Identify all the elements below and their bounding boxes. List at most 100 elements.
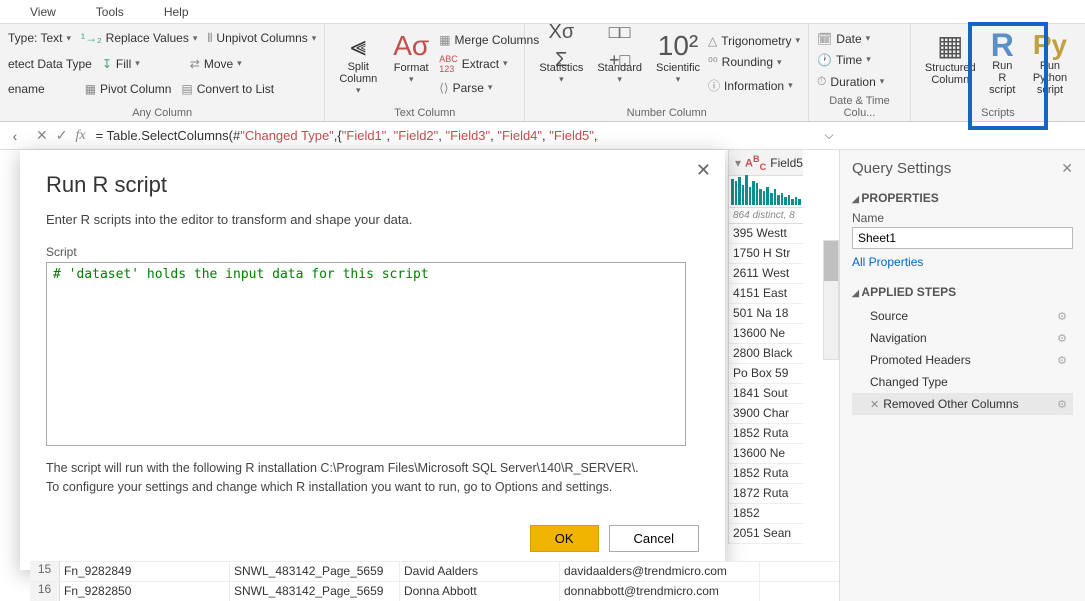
ok-button[interactable]: OK	[530, 525, 599, 552]
applied-step[interactable]: Promoted Headers⚙	[852, 349, 1073, 371]
table-row[interactable]: 16Fn_9282850SNWL_483142_Page_5659Donna A…	[30, 581, 839, 601]
table-cell[interactable]: 1852 Ruta	[729, 424, 803, 444]
python-icon: Py	[1033, 30, 1067, 60]
run-r-script-button[interactable]: RRun R script	[982, 28, 1023, 98]
table-cell[interactable]: 2051 Sean	[729, 524, 803, 544]
script-label: Script	[46, 245, 699, 259]
table-cell[interactable]: 1750 H Str	[729, 244, 803, 264]
run-r-script-dialog: ✕ Run R script Enter R scripts into the …	[20, 150, 725, 570]
statistics-button[interactable]: ΧσΣStatistics▾	[533, 28, 589, 98]
table-cell[interactable]: 1852	[729, 504, 803, 524]
pivot-column-button[interactable]: ▦ Pivot Column	[85, 82, 172, 96]
convert-to-list-button[interactable]: ▤ Convert to List	[181, 82, 274, 96]
column-field5: ▾ ABC Field5 864 distinct, 8 395 Westt17…	[728, 150, 803, 544]
rounding-button[interactable]: ⁰⁰ Rounding ▾	[708, 55, 800, 69]
applied-steps-list: Source⚙Navigation⚙Promoted Headers⚙Chang…	[852, 305, 1073, 415]
formula-commit-icon[interactable]: ✓	[56, 127, 68, 144]
gear-icon[interactable]: ⚙	[1057, 332, 1067, 345]
run-python-script-button[interactable]: PyRun Python script	[1023, 28, 1077, 98]
detect-data-type-button[interactable]: etect Data Type	[8, 57, 92, 71]
distinct-count: 864 distinct, 8	[729, 208, 803, 224]
install-note-1: The script will run with the following R…	[46, 459, 699, 478]
query-settings-pane: Query Settings ✕ PROPERTIES Name All Pro…	[839, 150, 1085, 601]
unpivot-columns-button[interactable]: ⫴ Unpivot Columns ▾	[207, 31, 316, 46]
table-cell[interactable]: 13600 Ne	[729, 324, 803, 344]
statistics-icon: ΧσΣ	[548, 30, 574, 62]
parse-button[interactable]: ⟨⟩ Parse ▾	[439, 81, 539, 95]
all-properties-link[interactable]: All Properties	[852, 255, 1073, 269]
merge-columns-button[interactable]: ▦ Merge Columns	[439, 33, 539, 47]
gear-icon[interactable]: ⚙	[1057, 398, 1067, 411]
table-cell[interactable]: 1872 Ruta	[729, 484, 803, 504]
table-cell[interactable]: 1841 Sout	[729, 384, 803, 404]
formula-expand-button[interactable]: ⌵	[819, 128, 839, 143]
fx-icon: fx	[75, 128, 85, 144]
table-bottom-rows: 15Fn_9282849SNWL_483142_Page_5659David A…	[30, 561, 839, 601]
clock-icon: 🕐	[817, 53, 832, 67]
table-row[interactable]: 15Fn_9282849SNWL_483142_Page_5659David A…	[30, 561, 839, 581]
menu-tools[interactable]: Tools	[96, 5, 124, 19]
ribbon-group-any-column: Type: Text ▾ ¹→₂ Replace Values ▾ ⫴ Unpi…	[0, 24, 325, 121]
move-button[interactable]: ⇄ Move ▾	[190, 57, 242, 71]
applied-step[interactable]: Navigation⚙	[852, 327, 1073, 349]
rename-button[interactable]: ename	[8, 82, 45, 96]
number-column-label: Number Column	[533, 107, 800, 119]
information-button[interactable]: ⓘ Information ▾	[708, 77, 800, 94]
format-icon: Aσ	[393, 30, 429, 62]
text-column-label: Text Column	[333, 107, 516, 119]
properties-header[interactable]: PROPERTIES	[852, 191, 1073, 205]
applied-steps-header[interactable]: APPLIED STEPS	[852, 285, 1073, 299]
table-cell[interactable]: 13600 Ne	[729, 444, 803, 464]
menu-help[interactable]: Help	[164, 5, 189, 19]
delete-step-icon[interactable]: ✕	[870, 399, 879, 411]
applied-step[interactable]: Source⚙	[852, 305, 1073, 327]
scientific-button[interactable]: 10²Scientific▾	[650, 28, 706, 98]
any-column-label: Any Column	[8, 107, 316, 119]
menu-view[interactable]: View	[30, 5, 56, 19]
trigonometry-button[interactable]: △ Trigonometry ▾	[708, 34, 800, 48]
table-cell[interactable]: 3900 Char	[729, 404, 803, 424]
data-type-dropdown[interactable]: Type: Text ▾	[8, 31, 71, 45]
table-cell[interactable]: 1852 Ruta	[729, 464, 803, 484]
dialog-close-button[interactable]: ✕	[696, 160, 711, 181]
column-header-field5[interactable]: ▾ ABC Field5	[729, 150, 803, 176]
split-column-button[interactable]: ⫷Split Column▾	[333, 28, 383, 98]
standard-icon: □□+□	[609, 30, 631, 62]
date-time-label: Date & Time Colu...	[817, 95, 902, 119]
name-label: Name	[852, 211, 1073, 225]
split-column-icon: ⫷	[350, 30, 366, 61]
script-editor[interactable]	[46, 262, 686, 446]
table-cell[interactable]: 395 Westt	[729, 224, 803, 244]
table-cell[interactable]: 4151 East	[729, 284, 803, 304]
duration-icon: ⏱	[817, 74, 826, 89]
table-cell[interactable]: Po Box 59	[729, 364, 803, 384]
extract-button[interactable]: ABC123 Extract ▾	[439, 54, 539, 74]
scripts-label: Scripts	[919, 107, 1077, 119]
calendar-icon: 🗓	[817, 32, 832, 46]
nav-back-button[interactable]: ‹	[0, 128, 30, 144]
formula-input[interactable]: = Table.SelectColumns(#"Changed Type",{"…	[92, 128, 819, 144]
text-type-icon: ABC	[745, 154, 766, 172]
query-settings-close-button[interactable]: ✕	[1061, 160, 1073, 177]
gear-icon[interactable]: ⚙	[1057, 310, 1067, 323]
table-cell[interactable]: 2800 Black	[729, 344, 803, 364]
applied-step[interactable]: Changed Type	[852, 371, 1073, 393]
query-name-input[interactable]	[852, 227, 1073, 249]
table-cell[interactable]: 2611 West	[729, 264, 803, 284]
time-button[interactable]: 🕐 Time ▾	[817, 53, 902, 67]
format-button[interactable]: AσFormat▾	[387, 28, 435, 98]
table-cell[interactable]: 501 Na 18	[729, 304, 803, 324]
install-note-2: To configure your settings and change wh…	[46, 478, 699, 497]
structured-column-button[interactable]: ▦Structured Column	[919, 28, 982, 98]
date-button[interactable]: 🗓 Date ▾	[817, 32, 902, 46]
cancel-button[interactable]: Cancel	[609, 525, 699, 552]
replace-values-button[interactable]: ¹→₂ Replace Values ▾	[81, 31, 197, 45]
duration-button[interactable]: ⏱ Duration ▾	[817, 74, 902, 89]
formula-cancel-icon[interactable]: ✕	[36, 127, 48, 144]
scientific-icon: 10²	[658, 30, 698, 62]
vertical-scrollbar[interactable]	[823, 240, 839, 360]
gear-icon[interactable]: ⚙	[1057, 354, 1067, 367]
fill-button[interactable]: ↧ Fill ▾	[102, 57, 140, 71]
applied-step[interactable]: ✕Removed Other Columns⚙	[852, 393, 1073, 415]
standard-button[interactable]: □□+□Standard▾	[591, 28, 648, 98]
